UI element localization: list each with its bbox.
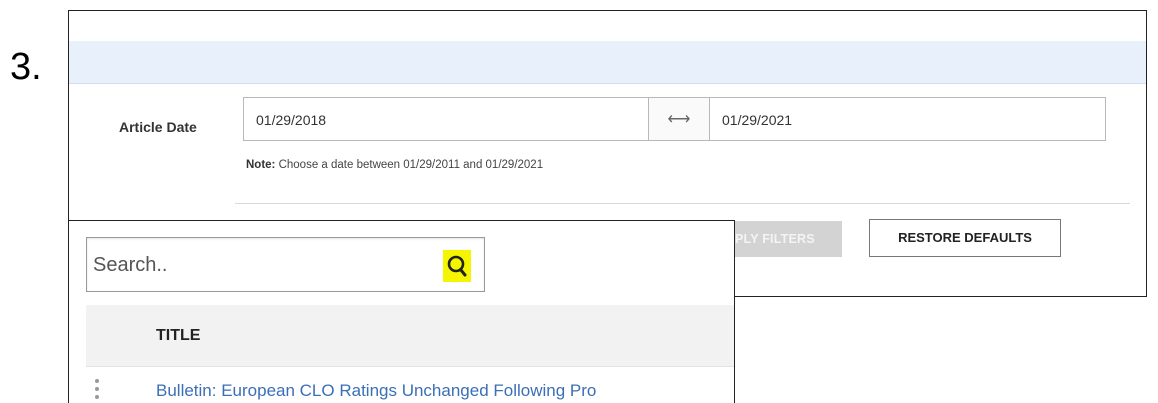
results-panel: TITLE Bulletin: European CLO Ratings Unc… bbox=[68, 220, 735, 403]
row-menu-icon[interactable] bbox=[93, 379, 101, 403]
date-range-arrow-icon: ⟷ bbox=[649, 97, 709, 141]
start-date-field[interactable]: 01/29/2018 bbox=[243, 97, 649, 141]
note-label: Note: bbox=[246, 159, 276, 171]
column-header-title[interactable]: TITLE bbox=[156, 327, 200, 345]
search-icon[interactable] bbox=[443, 250, 471, 282]
table-header: TITLE bbox=[86, 305, 734, 367]
filter-divider bbox=[235, 203, 1130, 204]
search-box[interactable] bbox=[86, 237, 485, 292]
date-note: Note: Choose a date between 01/29/2011 a… bbox=[246, 159, 543, 171]
step-number: 3. bbox=[10, 46, 42, 88]
filter-header-band bbox=[69, 41, 1146, 84]
row-title-link[interactable]: Bulletin: European CLO Ratings Unchanged… bbox=[156, 381, 596, 401]
article-date-label: Article Date bbox=[119, 119, 197, 135]
end-date-field[interactable]: 01/29/2021 bbox=[709, 97, 1106, 141]
restore-defaults-button[interactable]: RESTORE DEFAULTS bbox=[869, 219, 1061, 257]
note-text: Choose a date between 01/29/2011 and 01/… bbox=[275, 159, 544, 171]
search-input[interactable] bbox=[93, 248, 433, 282]
